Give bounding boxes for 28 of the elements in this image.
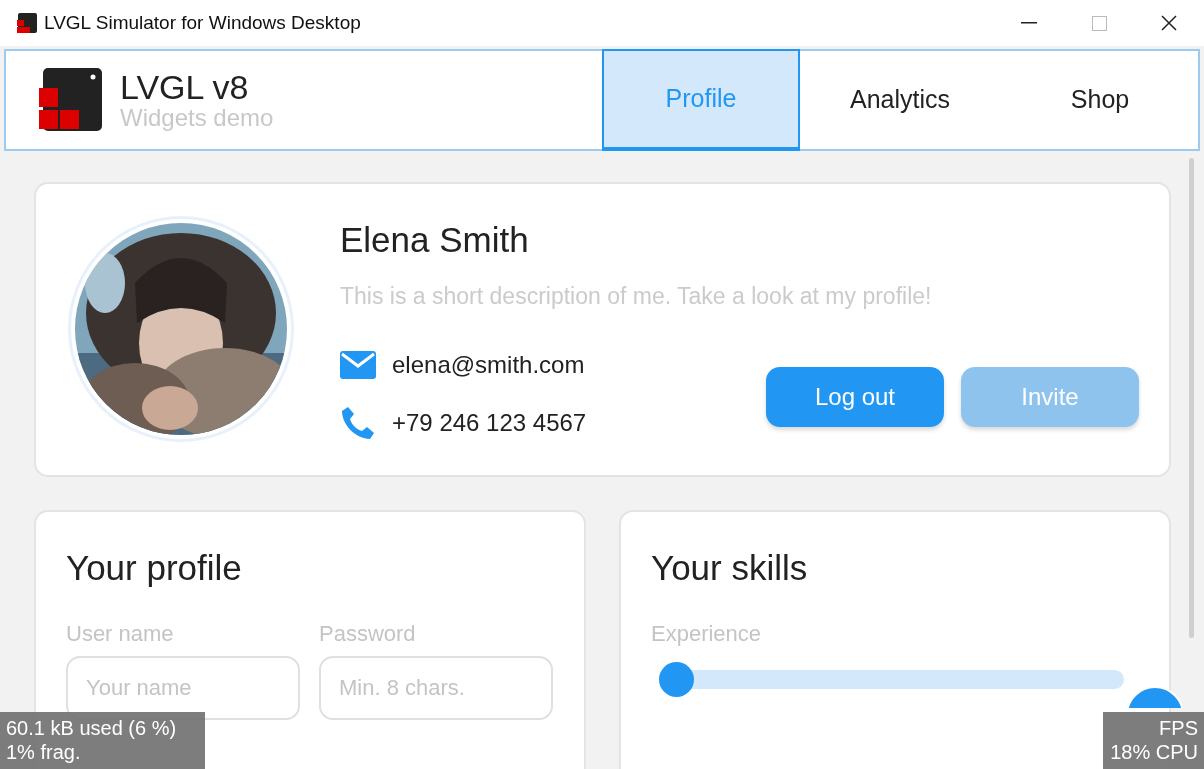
- tab[interactable]: Profile: [602, 49, 800, 151]
- phone-icon: [340, 405, 376, 441]
- performance-text: FPS: [1159, 716, 1198, 740]
- app-logo-icon: [16, 12, 38, 34]
- input-field[interactable]: Min. 8 chars.: [319, 655, 553, 720]
- window-title: LVGL Simulator for Windows Desktop: [44, 10, 361, 35]
- logout-button[interactable]: Log out: [766, 367, 944, 427]
- profile-name: Elena Smith: [340, 219, 530, 261]
- slider-label: Experience: [651, 619, 763, 648]
- phone-text: +79 246 123 4567: [392, 408, 587, 438]
- app-title: LVGL v8: [120, 69, 250, 105]
- memory-text: 1% frag.: [6, 740, 82, 764]
- tab[interactable]: Analytics: [800, 49, 1000, 151]
- maximize-icon: [1091, 15, 1107, 31]
- slider-thumb[interactable]: [659, 661, 694, 697]
- lvgl-logo-icon: [39, 68, 102, 131]
- field-label: User name: [66, 619, 175, 648]
- mail-icon: [340, 351, 376, 379]
- slider[interactable]: [659, 661, 1124, 697]
- tab[interactable]: Shop: [1000, 49, 1200, 151]
- email-text: elena@smith.com: [392, 350, 585, 380]
- section-title: Your skills: [651, 547, 809, 589]
- field-label: Password: [319, 619, 417, 648]
- input-field[interactable]: Your name: [66, 655, 300, 720]
- minimize-icon: [1021, 22, 1037, 24]
- close-icon: [1161, 15, 1177, 31]
- section-title: Your profile: [66, 547, 243, 589]
- performance-text: 18% CPU: [1110, 740, 1198, 764]
